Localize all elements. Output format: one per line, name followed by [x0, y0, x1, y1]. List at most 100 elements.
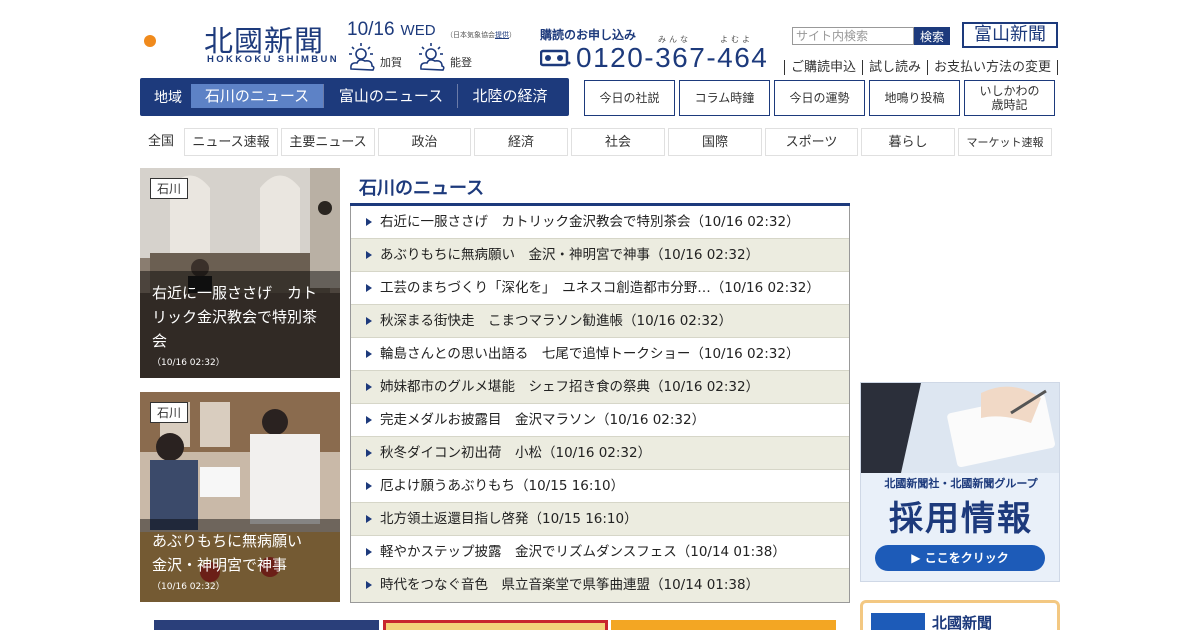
category-international[interactable]: 国際	[668, 128, 762, 156]
subscribe-label: 購読のお申し込み	[540, 28, 637, 42]
logo-subtitle: HOKKOKU SHIMBUN	[207, 54, 340, 65]
region-nav: 地域 石川のニュース 富山のニュース 北陸の経済	[140, 78, 569, 116]
category-national[interactable]: 全国	[140, 128, 182, 156]
news-headline: 輪島さんとの思い出語る 七尾で追悼トークショー（10/16 02:32）	[380, 346, 800, 362]
weather-source-link[interactable]: 提供	[495, 31, 509, 39]
site-logo[interactable]: 北國新聞 HOKKOKU SHIMBUN	[140, 16, 340, 66]
news-headline: 秋深まる街快走 こまつマラソン勧進帳（10/16 02:32）	[380, 313, 733, 329]
news-item[interactable]: 時代をつなぐ音色 県立音楽堂で県筝曲連盟（10/14 01:38）	[351, 569, 849, 602]
recruit-banner[interactable]: 北國新聞社・北國新聞グループ 採用情報 ▶ ここをクリック	[860, 382, 1060, 582]
news-item[interactable]: 軽やかステップ披露 金沢でリズムダンスフェス（10/14 01:38）	[351, 536, 849, 569]
logo-mark-icon	[144, 19, 196, 63]
weather-source-prefix: （日本気象協会	[446, 31, 495, 39]
news-headline: 時代をつなぐ音色 県立音楽堂で県筝曲連盟（10/14 01:38）	[380, 577, 760, 593]
news-item[interactable]: 輪島さんとの思い出語る 七尾で追悼トークショー（10/16 02:32）	[351, 338, 849, 371]
feature-title[interactable]: あぶりもちに無病願い 金沢・神明宮で神事	[152, 529, 330, 577]
feature-caption: あぶりもちに無病願い 金沢・神明宮で神事 （10/16 02:32）	[140, 519, 340, 602]
arrow-right-icon	[366, 317, 372, 325]
arrow-right-icon	[366, 581, 372, 589]
category-breaking[interactable]: ニュース速報	[184, 128, 278, 156]
arrow-right-icon	[366, 449, 372, 457]
arrow-right-icon	[366, 548, 372, 556]
date-display: 10/16 WED	[347, 19, 436, 41]
subscribe-link[interactable]: ご購読申込	[784, 60, 863, 75]
news-item[interactable]: 厄よけ願うあぶりもち（10/15 16:10）	[351, 470, 849, 503]
sun-cloud-icon	[419, 43, 445, 71]
weather-source-suffix: ）	[509, 31, 516, 39]
category-main-news[interactable]: 主要ニュース	[281, 128, 375, 156]
arrow-right-icon	[366, 515, 372, 523]
ishikawa-almanac-button[interactable]: いしかわの 歳時記	[964, 80, 1055, 116]
news-list: 右近に一服ささげ カトリック金沢教会で特別茶会（10/16 02:32） あぶり…	[350, 206, 850, 603]
news-headline: 秋冬ダイコン初出荷 小松（10/16 02:32）	[380, 445, 652, 461]
category-sports[interactable]: スポーツ	[765, 128, 858, 156]
news-item[interactable]: 工芸のまちづくり「深化を」 ユネスコ創造都市分野…（10/16 02:32）	[351, 272, 849, 305]
arrow-right-icon	[366, 482, 372, 490]
fortune-button[interactable]: 今日の運勢	[774, 80, 865, 116]
date-value: 10/16	[347, 19, 395, 40]
news-item[interactable]: 完走メダルお披露目 金沢マラソン（10/16 02:32）	[351, 404, 849, 437]
feature-time: （10/16 02:32）	[152, 582, 225, 592]
arrow-right-icon	[366, 383, 372, 391]
news-headline: 工芸のまちづくり「深化を」 ユネスコ創造都市分野…（10/16 02:32）	[380, 280, 820, 296]
bottom-banner[interactable]	[154, 620, 379, 630]
weekday: WED	[400, 22, 436, 39]
phone-icon	[540, 49, 571, 67]
news-headline: 北方領土返還目指し啓発（10/15 16:10）	[380, 511, 638, 527]
news-item[interactable]: 右近に一服ささげ カトリック金沢教会で特別茶会（10/16 02:32）	[351, 206, 849, 239]
tab-toyama-news[interactable]: 富山のニュース	[325, 84, 458, 108]
news-item[interactable]: 秋冬ダイコン初出荷 小松（10/16 02:32）	[351, 437, 849, 470]
tab-ishikawa-news[interactable]: 石川のニュース	[191, 84, 324, 108]
news-headline: 右近に一服ささげ カトリック金沢教会で特別茶会（10/16 02:32）	[380, 214, 800, 230]
arrow-right-icon	[366, 416, 372, 424]
news-section-title: 石川のニュース	[359, 178, 485, 199]
region-badge: 石川	[150, 402, 189, 423]
news-headline: あぶりもちに無病願い 金沢・神明宮で神事（10/16 02:32）	[380, 247, 760, 263]
arrow-right-icon	[366, 218, 372, 226]
banner-fill	[386, 623, 605, 630]
reader-post-button[interactable]: 地鳴り投稿	[869, 80, 960, 116]
feature-caption: 右近に一服ささげ カトリック金沢教会で特別茶会 （10/16 02:32）	[140, 271, 340, 378]
phone-digits: 0120-367-464	[576, 42, 769, 73]
site-search-input[interactable]	[792, 27, 914, 45]
category-society[interactable]: 社会	[571, 128, 665, 156]
category-politics[interactable]: 政治	[378, 128, 471, 156]
weather-area-label: 加賀	[380, 56, 402, 69]
news-headline: 完走メダルお披露目 金沢マラソン（10/16 02:32）	[380, 412, 706, 428]
recruit-click-button[interactable]: ▶ ここをクリック	[875, 545, 1045, 571]
weather-source: （日本気象協会提供）	[446, 30, 516, 40]
toyama-shimbun-button[interactable]: 富山新聞	[962, 22, 1058, 48]
feature-title[interactable]: 右近に一服ささげ カトリック金沢教会で特別茶会	[152, 281, 330, 353]
bottom-banner[interactable]	[611, 620, 836, 630]
search-button[interactable]: 検索	[914, 27, 950, 45]
recruit-title: 採用情報	[889, 499, 1033, 539]
category-economy[interactable]: 経済	[474, 128, 568, 156]
tab-hokuriku-economy[interactable]: 北陸の経済	[459, 84, 561, 108]
news-item[interactable]: 姉妹都市のグルメ堪能 シェフ招き食の祭典（10/16 02:32）	[351, 371, 849, 404]
payment-change-link[interactable]: お支払い方法の変更	[927, 60, 1059, 75]
weather-area-label: 能登	[450, 56, 472, 69]
feature-card[interactable]: 石川 右近に一服ささげ カトリック金沢教会で特別茶会 （10/16 02:32）	[140, 168, 340, 378]
news-headline: 姉妹都市のグルメ堪能 シェフ招き食の祭典（10/16 02:32）	[380, 379, 760, 395]
hokkoku-paper-box[interactable]: 北國新聞	[860, 600, 1060, 630]
editorial-button[interactable]: 今日の社説	[584, 80, 675, 116]
news-item[interactable]: 秋深まる街快走 こまつマラソン勧進帳（10/16 02:32）	[351, 305, 849, 338]
region-badge: 石川	[150, 178, 189, 199]
news-headline: 軽やかステップ披露 金沢でリズムダンスフェス（10/14 01:38）	[380, 544, 786, 560]
newspaper-icon	[871, 613, 925, 630]
arrow-right-icon	[366, 284, 372, 292]
news-item[interactable]: あぶりもちに無病願い 金沢・神明宮で神事（10/16 02:32）	[351, 239, 849, 272]
news-headline: 厄よけ願うあぶりもち（10/15 16:10）	[380, 478, 625, 494]
arrow-right-icon	[366, 251, 372, 259]
category-living[interactable]: 暮らし	[861, 128, 955, 156]
sun-cloud-icon	[349, 43, 375, 71]
arrow-right-icon	[366, 350, 372, 358]
news-item[interactable]: 北方領土返還目指し啓発（10/15 16:10）	[351, 503, 849, 536]
feature-time: （10/16 02:32）	[152, 358, 225, 368]
trial-link[interactable]: 試し読み	[862, 60, 928, 75]
bottom-banner[interactable]	[383, 620, 608, 630]
column-jisho-button[interactable]: コラム時鐘	[679, 80, 770, 116]
category-market[interactable]: マーケット速報	[958, 128, 1052, 156]
header-links: ご購読申込 試し読み お支払い方法の変更	[784, 56, 1059, 75]
feature-card[interactable]: 石川 あぶりもちに無病願い 金沢・神明宮で神事 （10/16 02:32）	[140, 392, 340, 602]
